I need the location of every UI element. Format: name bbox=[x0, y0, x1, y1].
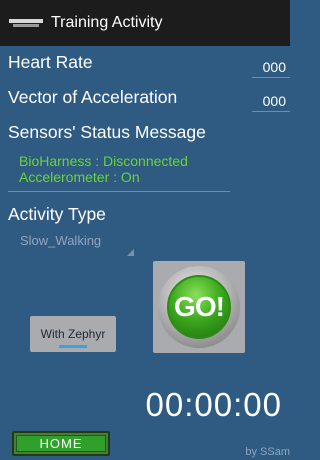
activity-type-dropdown[interactable]: Slow_Walking bbox=[10, 232, 134, 256]
go-button[interactable]: GO! bbox=[153, 261, 245, 353]
home-button[interactable]: HOME bbox=[12, 431, 110, 456]
title-bar: Training Activity bbox=[0, 0, 290, 46]
dropdown-corner-icon bbox=[127, 249, 134, 256]
credit-text: by SSam bbox=[245, 446, 290, 458]
go-button-ring: GO! bbox=[158, 266, 240, 348]
heart-rate-value: 000 bbox=[252, 54, 290, 78]
go-button-label: GO! bbox=[174, 291, 225, 322]
activity-type-selected: Slow_Walking bbox=[20, 233, 102, 248]
acceleration-label: Vector of Acceleration bbox=[8, 87, 178, 107]
elapsed-timer: 00:00:00 bbox=[145, 386, 282, 423]
sensors-status-message: BioHarness : Disconnected Accelerometer … bbox=[8, 146, 230, 192]
accelerometer-status: Accelerometer : On bbox=[19, 169, 140, 185]
heart-rate-label: Heart Rate bbox=[8, 52, 93, 72]
bioharness-status: BioHarness : Disconnected bbox=[19, 153, 188, 169]
with-zephyr-label: With Zephyr bbox=[40, 327, 106, 341]
home-button-label: HOME bbox=[39, 436, 83, 451]
sensors-status-label: Sensors' Status Message bbox=[8, 122, 206, 142]
activity-type-label: Activity Type bbox=[8, 204, 106, 224]
go-button-face: GO! bbox=[167, 275, 231, 339]
app-title: Training Activity bbox=[51, 14, 163, 31]
screen: Training Activity Heart Rate 000 Vector … bbox=[0, 0, 290, 460]
with-zephyr-button[interactable]: With Zephyr bbox=[30, 316, 116, 352]
app-logo-icon bbox=[9, 17, 43, 29]
acceleration-value: 000 bbox=[252, 88, 290, 112]
zephyr-toggle-indicator bbox=[59, 345, 87, 348]
